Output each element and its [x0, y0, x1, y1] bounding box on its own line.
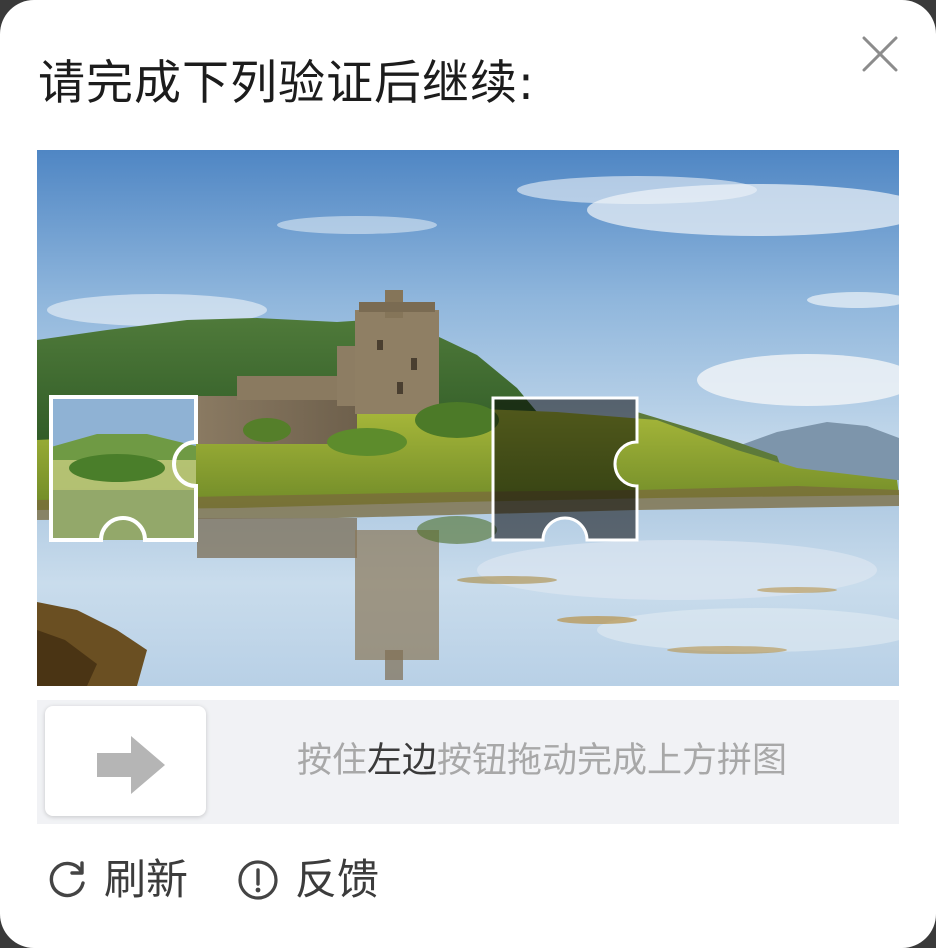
close-icon [862, 36, 898, 72]
dialog-title: 请完成下列验证后继续: [38, 56, 535, 111]
puzzle-image [37, 150, 899, 686]
puzzle-slot [491, 396, 639, 542]
slider-hint: 按住左边按钮拖动完成上方拼图 [297, 736, 787, 786]
captcha-dialog: 请完成下列验证后继续: 按住左边按钮拖动完成上方拼图 刷新 反馈 [0, 0, 936, 948]
refresh-icon [49, 861, 85, 898]
refresh-button[interactable]: 刷新 [46, 852, 188, 908]
hint-suffix: 按钮拖动完成上方拼图 [437, 741, 788, 781]
slider-track[interactable]: 按住左边按钮拖动完成上方拼图 [37, 700, 899, 824]
slider-handle[interactable] [45, 706, 206, 816]
puzzle-piece[interactable] [49, 395, 198, 542]
refresh-label: 刷新 [104, 855, 189, 904]
feedback-button[interactable]: 反馈 [237, 852, 379, 908]
feedback-label: 反馈 [295, 855, 380, 904]
info-icon [238, 860, 278, 900]
arrow-right-icon [97, 736, 165, 794]
hint-emphasis: 左边 [367, 741, 438, 781]
hint-prefix: 按住 [297, 741, 368, 781]
close-button[interactable] [856, 30, 904, 78]
